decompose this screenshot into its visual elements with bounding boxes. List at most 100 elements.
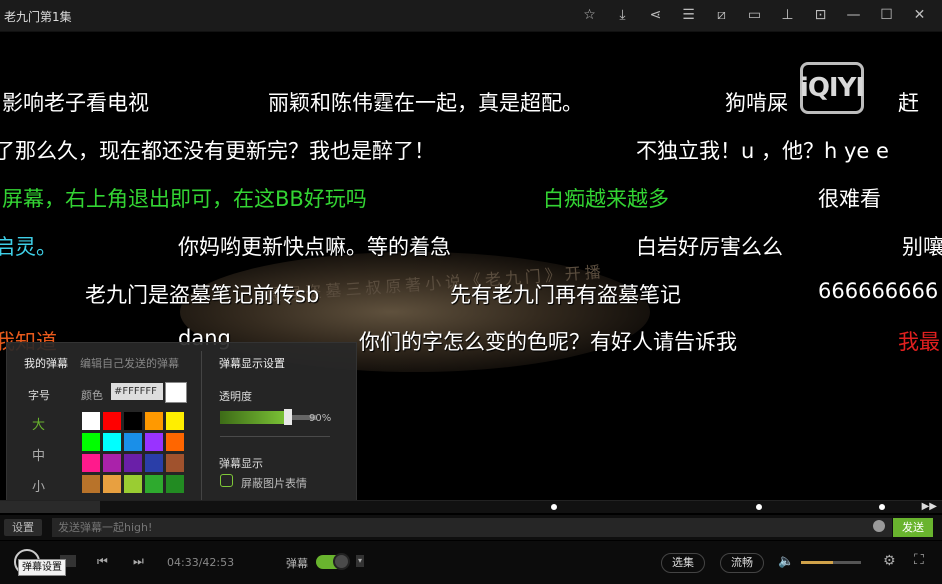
- danmaku-settings-panel: 我的弹幕 编辑自己发送的弹幕 弹幕显示设置 字号 大 中 小 颜色 #FFFFF…: [6, 342, 357, 510]
- danmaku-settings-button[interactable]: 设置: [4, 519, 42, 536]
- crop-icon[interactable]: ⧄: [705, 4, 738, 26]
- color-preview: [165, 382, 187, 403]
- toggle-knob: [333, 553, 350, 570]
- list-icon[interactable]: ☰: [672, 4, 705, 26]
- size-medium-option[interactable]: 中: [32, 445, 45, 464]
- danmaku-item: 影响老子看电视: [2, 91, 149, 115]
- maximize-icon[interactable]: ☐: [870, 4, 903, 26]
- fast-forward-icon[interactable]: ▶▶: [922, 501, 937, 512]
- time-display: 04:33/42:53: [167, 556, 235, 569]
- episodes-button[interactable]: 选集: [661, 553, 705, 573]
- color-swatch[interactable]: [166, 412, 184, 430]
- color-swatch[interactable]: [82, 475, 100, 493]
- progress-fill: [0, 501, 100, 513]
- download-icon[interactable]: ⤓: [606, 4, 639, 26]
- color-swatch[interactable]: [166, 433, 184, 451]
- gear-icon[interactable]: ⚙: [883, 553, 896, 569]
- danmaku-item: 狗啃屎: [725, 91, 788, 115]
- fullscreen-icon[interactable]: ⛶: [914, 552, 924, 568]
- size-large-option[interactable]: 大: [32, 414, 45, 433]
- star-icon[interactable]: ☆: [573, 4, 606, 26]
- danmaku-item: 我最: [898, 330, 940, 354]
- send-button[interactable]: 发送: [893, 518, 933, 537]
- color-swatch[interactable]: [145, 454, 163, 472]
- font-size-label: 字号: [28, 389, 50, 402]
- danmaku-settings-tooltip: 弹幕设置: [18, 559, 66, 576]
- player-controls: ⏮ ⏭ 04:33/42:53 弹幕 ▾ 选集 流畅 🔈 ⚙ ⛶: [0, 541, 942, 584]
- danmaku-toggle-label: 弹幕: [286, 557, 308, 570]
- danmaku-item: 很难看: [818, 187, 881, 211]
- pin-icon[interactable]: ⊥: [771, 4, 804, 26]
- iqiyi-logo: iQIYI: [800, 62, 865, 114]
- danmaku-item: 启灵。: [0, 235, 57, 259]
- color-swatch[interactable]: [103, 454, 121, 472]
- close-icon[interactable]: ✕: [903, 4, 936, 26]
- danmaku-item: 白岩好厉害么么: [636, 235, 783, 259]
- size-small-option[interactable]: 小: [32, 476, 45, 495]
- hide-images-label: 屏蔽图片表情: [241, 477, 307, 490]
- opacity-slider-thumb[interactable]: [284, 409, 292, 425]
- progress-marker[interactable]: [879, 504, 885, 510]
- window-title: 老九门第1集: [4, 10, 72, 24]
- danmaku-item: 赶: [898, 91, 919, 115]
- danmaku-item: 了那么久，现在都还没有更新完？我也是醉了！: [0, 139, 435, 163]
- color-swatch[interactable]: [145, 433, 163, 451]
- color-swatch[interactable]: [124, 433, 142, 451]
- danmaku-item: 屏幕，右上角退出即可，在这BB好玩吗: [2, 187, 367, 211]
- danmaku-input[interactable]: [52, 518, 892, 537]
- panel-divider: [201, 351, 202, 503]
- color-swatch[interactable]: [82, 412, 100, 430]
- share-icon[interactable]: ⋖: [639, 4, 672, 26]
- color-swatch[interactable]: [82, 433, 100, 451]
- opacity-label: 透明度: [219, 390, 252, 403]
- color-hex-input[interactable]: #FFFFFF: [111, 383, 163, 400]
- danmaku-input-bar: 设置 发送: [0, 515, 942, 540]
- tab-edit-danmaku[interactable]: 编辑自己发送的弹幕: [80, 355, 179, 371]
- color-swatch[interactable]: [145, 412, 163, 430]
- volume-slider-fill[interactable]: [801, 561, 833, 564]
- color-swatch[interactable]: [124, 412, 142, 430]
- display-label: 弹幕显示: [219, 457, 263, 470]
- danmaku-item: 先有老九门再有盗墓笔记: [450, 283, 681, 307]
- volume-icon[interactable]: 🔈: [778, 554, 794, 569]
- chat-icon[interactable]: ▭: [738, 4, 771, 26]
- minimize-icon[interactable]: —: [837, 4, 870, 26]
- danmaku-item: 不独立我！u ，他？h ye e: [636, 139, 889, 163]
- progress-marker[interactable]: [756, 504, 762, 510]
- danmaku-toggle[interactable]: [316, 553, 350, 570]
- progress-bar[interactable]: ▶▶: [0, 500, 942, 513]
- previous-icon[interactable]: ⏮: [97, 554, 108, 569]
- color-swatch-grid: [82, 412, 184, 493]
- divider-line: [220, 436, 330, 437]
- color-swatch[interactable]: [166, 475, 184, 493]
- danmaku-item: 别嚷: [902, 235, 942, 259]
- display-settings-title: 弹幕显示设置: [219, 357, 285, 370]
- opacity-value: 90%: [309, 413, 332, 424]
- progress-marker[interactable]: [551, 504, 557, 510]
- danmaku-item: 666666666: [818, 279, 939, 303]
- color-swatch[interactable]: [145, 475, 163, 493]
- color-swatch[interactable]: [124, 475, 142, 493]
- chevron-down-icon[interactable]: ▾: [356, 555, 364, 567]
- next-icon[interactable]: ⏭: [133, 554, 144, 569]
- danmaku-item: 白痴越来越多: [543, 187, 669, 211]
- emoji-icon[interactable]: [873, 520, 885, 532]
- color-swatch[interactable]: [124, 454, 142, 472]
- title-bar-icons: ☆ ⤓ ⋖ ☰ ⧄ ▭ ⊥ ⊡ — ☐ ✕: [573, 4, 936, 26]
- color-swatch[interactable]: [82, 454, 100, 472]
- quality-button[interactable]: 流畅: [720, 553, 764, 573]
- color-swatch[interactable]: [166, 454, 184, 472]
- danmaku-item: 你妈哟更新快点嘛。等的着急: [178, 235, 451, 259]
- tab-my-danmaku[interactable]: 我的弹幕: [24, 355, 68, 371]
- color-swatch[interactable]: [103, 412, 121, 430]
- mini-mode-icon[interactable]: ⊡: [804, 4, 837, 26]
- danmaku-item: 你们的字怎么变的色呢？有好人请告诉我: [359, 330, 737, 354]
- danmaku-item: 老九门是盗墓笔记前传sb: [85, 283, 320, 307]
- color-swatch[interactable]: [103, 433, 121, 451]
- hide-images-checkbox[interactable]: [220, 474, 233, 487]
- danmaku-item: 丽颖和陈伟霆在一起，真是超配。: [268, 91, 583, 115]
- color-label: 颜色: [81, 389, 103, 402]
- color-swatch[interactable]: [103, 475, 121, 493]
- title-bar: 老九门第1集 ☆ ⤓ ⋖ ☰ ⧄ ▭ ⊥ ⊡ — ☐ ✕: [0, 0, 942, 32]
- opacity-slider-fill[interactable]: [220, 411, 290, 424]
